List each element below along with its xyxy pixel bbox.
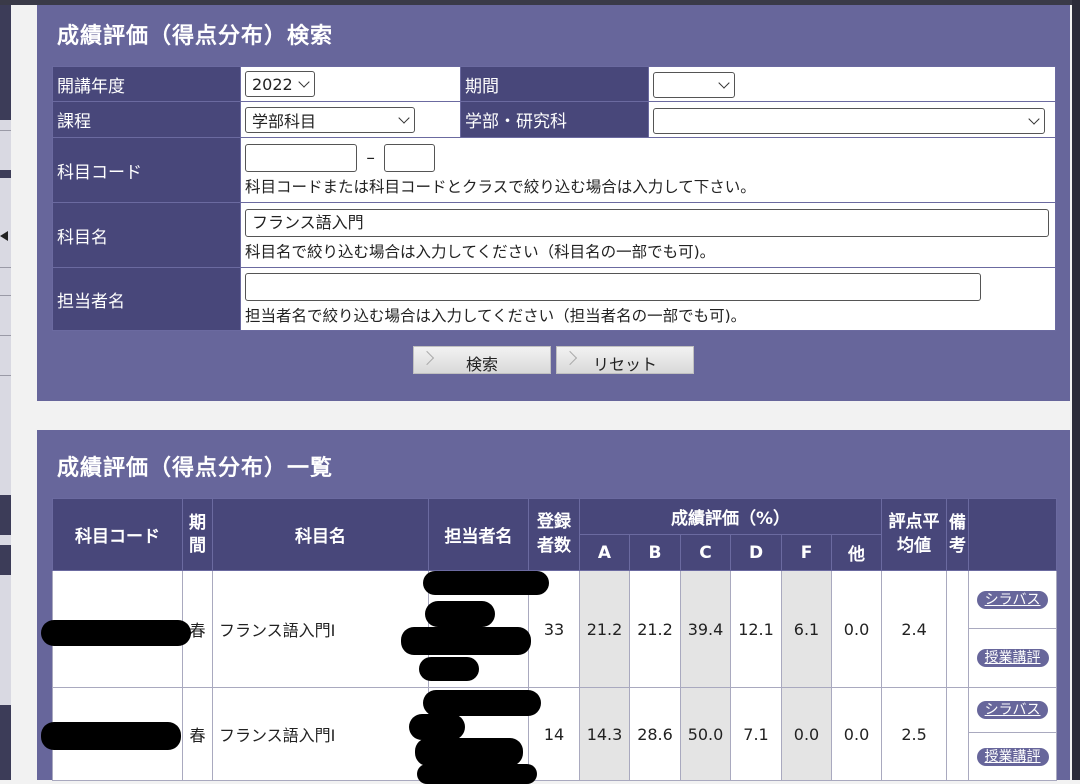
subject-note: 科目名で絞り込む場合は入力してください（科目名の一部でも可)。 [245, 242, 716, 261]
search-button-label: 検索 [465, 355, 498, 374]
code-input[interactable] [245, 143, 357, 172]
redacted-teacher [423, 690, 541, 716]
code-cell [41, 687, 183, 781]
col-code: 科目コード [52, 498, 183, 571]
grade-b-cell: 28.6 [629, 687, 681, 781]
col-subject: 科目名 [212, 498, 429, 571]
redacted-teacher [417, 764, 537, 784]
subject-input[interactable]: フランス語入門 [245, 208, 1049, 237]
table-row: 春 フランス語入門I 33 21.2 21.2 39.4 12.1 6.1 0.… [41, 570, 1058, 688]
grade-a-cell: 21.2 [579, 570, 630, 688]
review-link[interactable]: 授業講評 [976, 649, 1049, 667]
redacted-teacher [409, 714, 465, 740]
avg-cell: 2.4 [881, 570, 948, 688]
avg-cell: 2.5 [881, 687, 948, 781]
search-form: 開講年度 2022 期間 課程 学部科目 学部・研究科 科目コード – 科目コー… [52, 66, 1056, 331]
grade-f-cell: 6.1 [781, 570, 832, 688]
teacher-cell [401, 570, 549, 688]
syllabus-link[interactable]: シラバス [976, 701, 1049, 719]
subject-label: 科目名 [52, 202, 241, 268]
course-select[interactable]: 学部科目 [245, 106, 415, 133]
syllabus-link[interactable]: シラバス [976, 590, 1049, 609]
redacted-teacher [423, 571, 549, 595]
table-row: 春 フランス語入門I 14 14.3 28.6 50.0 7.1 0.0 0.0… [41, 687, 1058, 784]
redacted-code [41, 620, 191, 646]
grade-b-cell: 21.2 [629, 570, 681, 688]
year-select[interactable]: 2022 [245, 71, 315, 97]
grade-other-cell: 0.0 [830, 570, 883, 688]
class-input[interactable] [384, 143, 436, 172]
col-other: 他 [830, 534, 883, 571]
year-label: 開講年度 [52, 66, 241, 102]
course-label: 課程 [52, 101, 241, 138]
faculty-label: 学部・研究科 [460, 101, 649, 138]
results-panel-title: 成績評価（得点分布）一覧 [57, 456, 334, 481]
chevron-down-icon [398, 111, 410, 124]
teacher-input[interactable] [245, 272, 981, 301]
links-cell: シラバス 授業講評 [968, 570, 1058, 688]
redacted-teacher [419, 657, 479, 681]
grade-c-cell: 39.4 [680, 570, 731, 688]
redacted-code [41, 722, 181, 750]
subject-cell: フランス語入門I [212, 687, 429, 781]
course-select-value: 学部科目 [252, 111, 317, 131]
col-period: 期間 [182, 498, 213, 571]
collapse-arrow-icon[interactable] [0, 231, 8, 241]
col-a: A [579, 534, 630, 571]
col-f: F [781, 534, 832, 571]
review-link[interactable]: 授業講評 [976, 747, 1049, 766]
grade-f-cell: 0.0 [781, 687, 832, 781]
results-panel: 成績評価（得点分布）一覧 科目コード 期間 科目名 担当者名 登録者数 成績評価… [37, 430, 1070, 784]
note-cell [946, 570, 970, 688]
col-b: B [629, 534, 681, 571]
grade-a-cell: 14.3 [579, 687, 630, 781]
teacher-note: 担当者名で絞り込む場合は入力してください（担当者名の一部でも可)。 [245, 306, 747, 325]
scrollbar[interactable] [1072, 0, 1080, 780]
col-note: 備考 [946, 498, 970, 571]
reset-button[interactable]: リセット [556, 346, 694, 374]
note-cell [946, 687, 970, 781]
col-c: C [680, 534, 731, 571]
redacted-teacher [425, 601, 495, 627]
subject-cell: フランス語入門I [212, 570, 429, 688]
left-edge-panel [0, 5, 11, 780]
code-note: 科目コードまたは科目コードとクラスで絞り込む場合は入力して下さい。 [245, 177, 756, 196]
grade-c-cell: 50.0 [680, 687, 731, 781]
search-panel-title: 成績評価（得点分布）検索 [57, 24, 334, 49]
grade-other-cell: 0.0 [830, 687, 883, 781]
period-label: 期間 [460, 66, 649, 102]
code-cell [41, 570, 191, 688]
col-d: D [730, 534, 782, 571]
results-table: 科目コード 期間 科目名 担当者名 登録者数 成績評価（%） 評点平均値 備考 … [41, 498, 1058, 784]
redacted-teacher [415, 738, 523, 766]
teacher-label: 担当者名 [52, 267, 241, 331]
period-cell: 春 [182, 687, 213, 781]
links-cell: シラバス 授業講評 [968, 687, 1058, 781]
teacher-cell [409, 687, 541, 784]
grade-d-cell: 7.1 [730, 687, 782, 781]
chevron-down-icon [1028, 112, 1040, 125]
period-select[interactable] [653, 72, 735, 98]
grade-d-cell: 12.1 [730, 570, 782, 688]
col-grade: 成績評価（%） [578, 498, 883, 535]
search-button[interactable]: 検索 [413, 346, 551, 374]
faculty-select[interactable] [653, 107, 1045, 134]
code-label: 科目コード [52, 137, 241, 203]
col-enrolled: 登録者数 [528, 498, 580, 571]
search-panel: 成績評価（得点分布）検索 開講年度 2022 期間 課程 学部科目 学部・研究科… [37, 5, 1070, 401]
col-teacher: 担当者名 [428, 498, 529, 571]
code-dash: – [366, 147, 375, 168]
col-avg: 評点平均値 [881, 498, 948, 571]
chevron-down-icon [718, 77, 730, 89]
reset-button-label: リセット [592, 355, 657, 374]
redacted-teacher [401, 627, 531, 655]
chevron-down-icon [298, 76, 310, 88]
col-links [968, 498, 1058, 571]
year-select-value: 2022 [252, 74, 293, 94]
